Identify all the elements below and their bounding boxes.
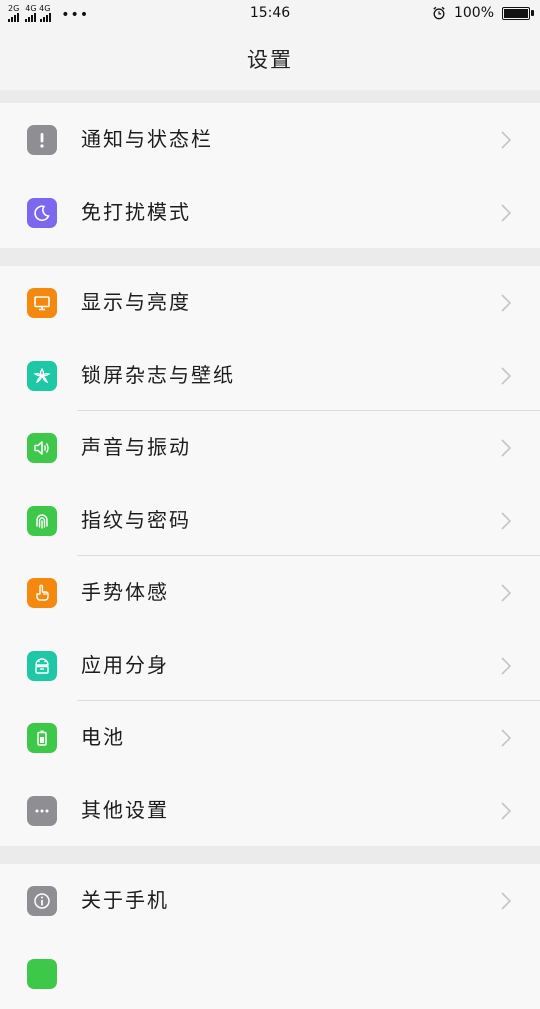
settings-item-battery[interactable]: 电池 <box>0 701 540 774</box>
settings-item-label: 其他设置 <box>81 774 169 846</box>
settings-item-label: 锁屏杂志与壁纸 <box>81 339 235 411</box>
status-bar: 2G 4G 4G ••• 15:46 100% <box>0 0 540 28</box>
battery-icon <box>27 723 57 753</box>
chevron-right-icon <box>500 801 512 821</box>
settings-item-display[interactable]: 显示与亮度 <box>0 266 540 339</box>
settings-item-lockscreen-wallpaper[interactable]: 锁屏杂志与壁纸 <box>0 339 540 412</box>
settings-item-app-clone[interactable]: 应用分身 <box>0 629 540 702</box>
speaker-icon <box>27 433 57 463</box>
alarm-clock-icon <box>432 6 446 20</box>
settings-item-label: 指纹与密码 <box>81 484 191 556</box>
fingerprint-icon <box>27 506 57 536</box>
settings-item-other[interactable]: 其他设置 <box>0 774 540 847</box>
hand-icon <box>27 578 57 608</box>
chevron-right-icon <box>500 728 512 748</box>
settings-item-label: 手势体感 <box>81 556 169 628</box>
battery-icon <box>502 7 530 20</box>
battery-percent: 100% <box>454 5 494 21</box>
settings-item-partial[interactable] <box>0 937 540 1009</box>
settings-item-label: 显示与亮度 <box>81 266 191 338</box>
chevron-right-icon <box>500 366 512 386</box>
more-icon <box>27 796 57 826</box>
chevron-right-icon <box>500 438 512 458</box>
android-icon <box>27 651 57 681</box>
exclamation-icon <box>27 125 57 155</box>
monitor-icon <box>27 288 57 318</box>
page-title: 设置 <box>247 44 293 74</box>
settings-item-notifications[interactable]: 通知与状态栏 <box>0 103 540 176</box>
chevron-right-icon <box>500 891 512 911</box>
settings-item-do-not-disturb[interactable]: 免打扰模式 <box>0 176 540 249</box>
status-right: 100% <box>432 5 530 21</box>
chevron-right-icon <box>500 293 512 313</box>
settings-item-sound-vibration[interactable]: 声音与振动 <box>0 411 540 484</box>
settings-item-label: 声音与振动 <box>81 411 191 483</box>
settings-group-1: 通知与状态栏 免打扰模式 <box>0 103 540 248</box>
settings-item-about-phone[interactable]: 关于手机 <box>0 864 540 937</box>
settings-item-label: 通知与状态栏 <box>81 103 213 175</box>
info-icon <box>27 886 57 916</box>
battery-level <box>504 9 528 18</box>
chevron-right-icon <box>500 511 512 531</box>
chevron-right-icon <box>500 203 512 223</box>
chevron-right-icon <box>500 583 512 603</box>
moon-icon <box>27 198 57 228</box>
chevron-right-icon <box>500 130 512 150</box>
flower-icon <box>27 361 57 391</box>
settings-group-3: 关于手机 <box>0 864 540 1009</box>
settings-item-gestures[interactable]: 手势体感 <box>0 556 540 629</box>
header: 设置 <box>0 28 540 90</box>
chevron-right-icon <box>500 656 512 676</box>
settings-item-label: 应用分身 <box>81 629 169 701</box>
settings-item-label: 关于手机 <box>81 864 169 936</box>
settings-item-label: 免打扰模式 <box>81 176 191 248</box>
partial-icon <box>27 959 57 989</box>
settings-item-label: 电池 <box>81 701 125 773</box>
settings-group-2: 显示与亮度 锁屏杂志与壁纸 声音与振动 指纹与密码 手势体感 应用分身 <box>0 266 540 846</box>
settings-item-fingerprint-password[interactable]: 指纹与密码 <box>0 484 540 557</box>
